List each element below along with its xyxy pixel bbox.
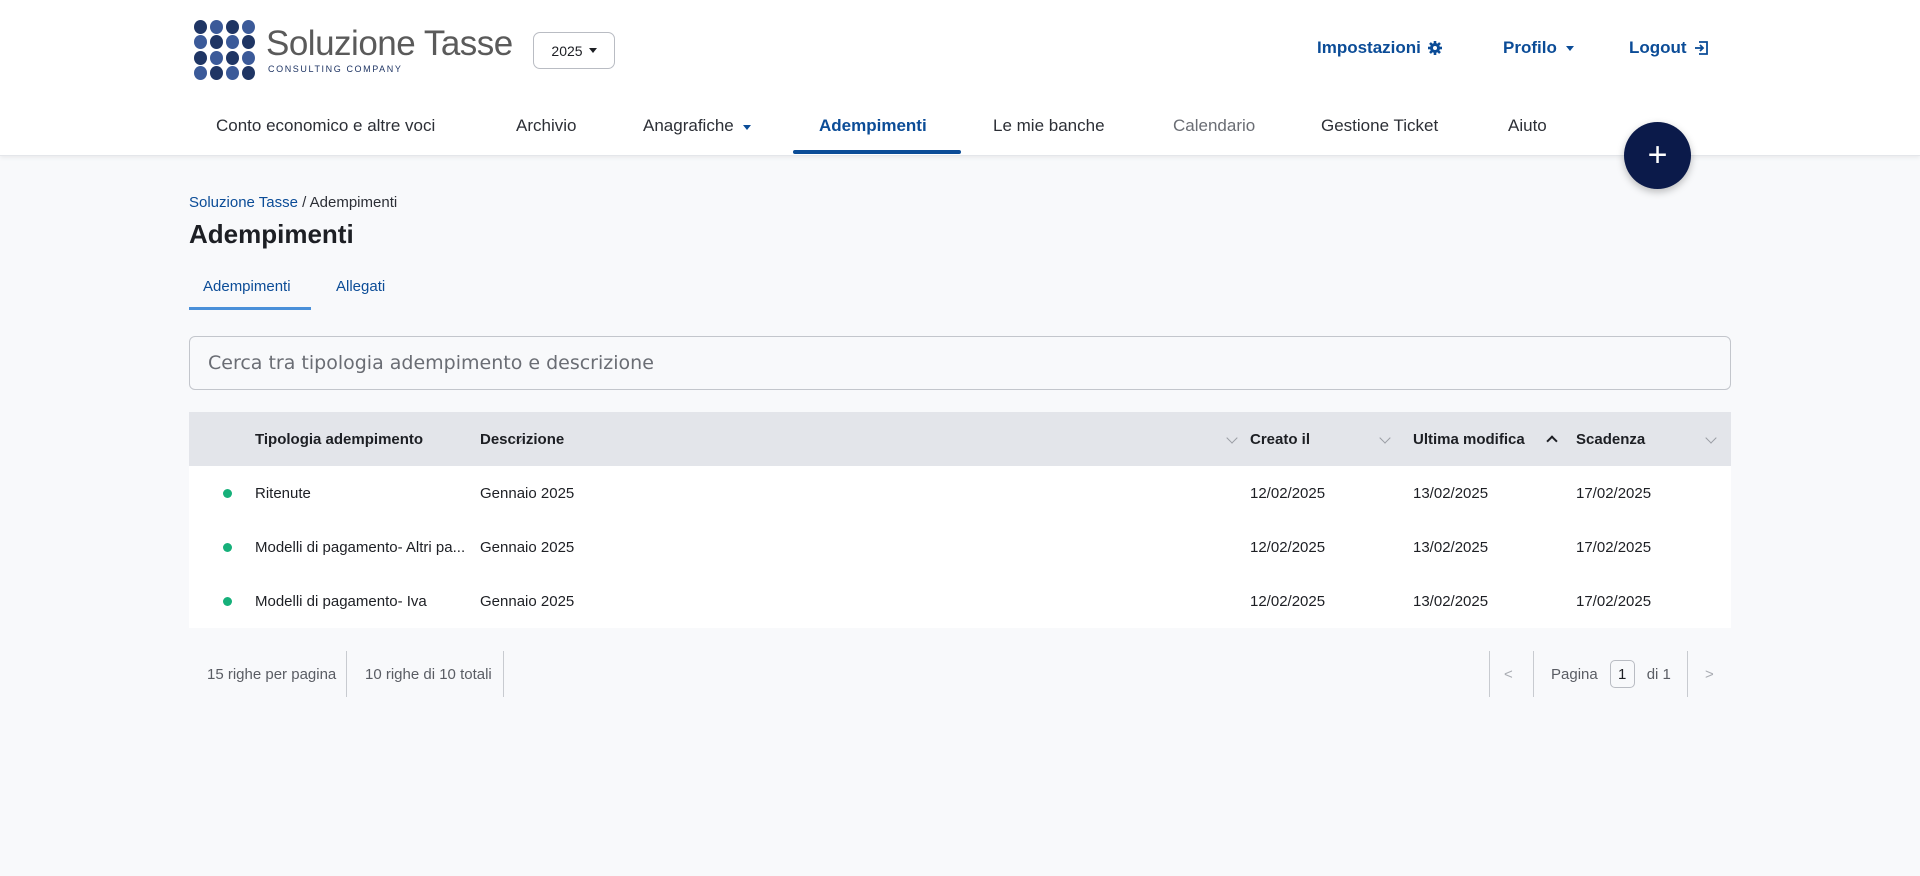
nav-item-le-mie-banche[interactable]: Le mie banche [993, 110, 1105, 156]
profile-menu[interactable]: Profilo [1503, 38, 1574, 58]
cell-creato: 12/02/2025 [1250, 484, 1326, 502]
logo-dots-icon [194, 20, 256, 80]
cell-modifica: 13/02/2025 [1413, 484, 1489, 502]
nav-item-anagrafiche-label: Anagrafiche [643, 116, 734, 135]
nav-active-indicator [793, 150, 961, 154]
nav-item-anagrafiche[interactable]: Anagrafiche [643, 110, 751, 156]
table-header: Tipologia adempimento Descrizione Creato… [189, 412, 1731, 466]
nav-item-conto-economico[interactable]: Conto economico e altre voci [216, 110, 435, 156]
status-dot-icon [223, 489, 232, 498]
cell-tipologia: Modelli di pagamento- Altri pa... [255, 538, 466, 556]
table-row[interactable]: Ritenute Gennaio 2025 12/02/2025 13/02/2… [189, 466, 1731, 520]
settings-link[interactable]: Impostazioni [1317, 38, 1443, 58]
pager-divider [1489, 651, 1490, 697]
settings-label: Impostazioni [1317, 38, 1421, 57]
chevron-down-icon [1226, 432, 1238, 444]
page-number-input[interactable]: 1 [1609, 660, 1635, 688]
pager-divider [346, 651, 347, 697]
table-row[interactable]: Modelli di pagamento- Altri pa... Gennai… [189, 520, 1731, 574]
cell-scadenza: 17/02/2025 [1576, 538, 1652, 556]
brand-name: Soluzione Tasse [266, 24, 513, 63]
column-header-tipologia[interactable]: Tipologia adempimento [255, 412, 525, 466]
breadcrumb: Soluzione Tasse / Adempimenti [189, 194, 397, 211]
breadcrumb-root-link[interactable]: Soluzione Tasse [189, 194, 298, 211]
logout-icon [1694, 41, 1708, 55]
table-row[interactable]: Modelli di pagamento- Iva Gennaio 2025 1… [189, 574, 1731, 628]
gear-icon [1427, 41, 1442, 55]
prev-page-button[interactable]: < [1504, 651, 1513, 697]
year-select[interactable]: 2025 [533, 32, 615, 69]
cell-descrizione: Gennaio 2025 [480, 538, 575, 556]
cell-modifica: 13/02/2025 [1413, 538, 1489, 556]
page-indicator: Pagina 1 di 1 [1551, 651, 1671, 697]
breadcrumb-separator: / [297, 194, 310, 211]
add-button[interactable]: + [1624, 122, 1691, 189]
nav-item-archivio[interactable]: Archivio [516, 110, 576, 156]
chevron-down-icon [1379, 432, 1391, 444]
column-header-scadenza[interactable]: Scadenza [1576, 412, 1726, 466]
cell-creato: 12/02/2025 [1250, 592, 1326, 610]
pager-divider [503, 651, 504, 697]
cell-tipologia: Ritenute [255, 484, 311, 502]
caret-down-icon [1565, 45, 1574, 51]
nav-item-calendario[interactable]: Calendario [1173, 110, 1255, 156]
cell-descrizione: Gennaio 2025 [480, 592, 575, 610]
column-header-descrizione[interactable]: Descrizione [480, 412, 1250, 466]
chevron-down-icon [1705, 432, 1717, 444]
cell-tipologia: Modelli di pagamento- Iva [255, 592, 427, 610]
adempimenti-table: Tipologia adempimento Descrizione Creato… [189, 412, 1731, 628]
cell-modifica: 13/02/2025 [1413, 592, 1489, 610]
search-input[interactable]: Cerca tra tipologia adempimento e descri… [189, 336, 1731, 390]
tab-adempimenti[interactable]: Adempimenti [189, 274, 311, 310]
logout-link[interactable]: Logout [1629, 38, 1709, 58]
page-title: Adempimenti [189, 219, 354, 249]
cell-descrizione: Gennaio 2025 [480, 484, 575, 502]
column-header-ultima-modifica[interactable]: Ultima modifica [1413, 412, 1563, 466]
rows-total-label: 10 righe di 10 totali [365, 665, 492, 683]
next-page-button[interactable]: > [1705, 651, 1714, 697]
profile-label: Profilo [1503, 38, 1557, 57]
brand-logo[interactable]: Soluzione Tasse CONSULTING COMPANY [194, 20, 513, 80]
nav-item-gestione-ticket[interactable]: Gestione Ticket [1321, 110, 1438, 156]
caret-down-icon [742, 125, 751, 130]
status-dot-icon [223, 543, 232, 552]
nav-item-aiuto[interactable]: Aiuto [1508, 110, 1547, 156]
page-label: Pagina [1551, 665, 1598, 683]
year-select-value: 2025 [551, 42, 583, 59]
page-of-label: di 1 [1646, 665, 1671, 683]
breadcrumb-current: Adempimenti [309, 194, 398, 211]
rows-per-page-select[interactable]: 15 righe per pagina [207, 651, 336, 697]
cell-scadenza: 17/02/2025 [1576, 592, 1652, 610]
pager-divider [1687, 651, 1688, 697]
chevron-up-icon [1546, 435, 1558, 447]
pager-divider [1533, 651, 1534, 697]
brand-subtitle: CONSULTING COMPANY [268, 64, 403, 74]
cell-scadenza: 17/02/2025 [1576, 484, 1652, 502]
tab-allegati[interactable]: Allegati [322, 274, 399, 307]
pagination-bar: 15 righe per pagina 10 righe di 10 total… [189, 651, 1731, 697]
column-header-creato[interactable]: Creato il [1250, 412, 1400, 466]
logout-label: Logout [1629, 38, 1687, 57]
cell-creato: 12/02/2025 [1250, 538, 1326, 556]
caret-down-icon [588, 48, 597, 53]
status-dot-icon [223, 597, 232, 606]
